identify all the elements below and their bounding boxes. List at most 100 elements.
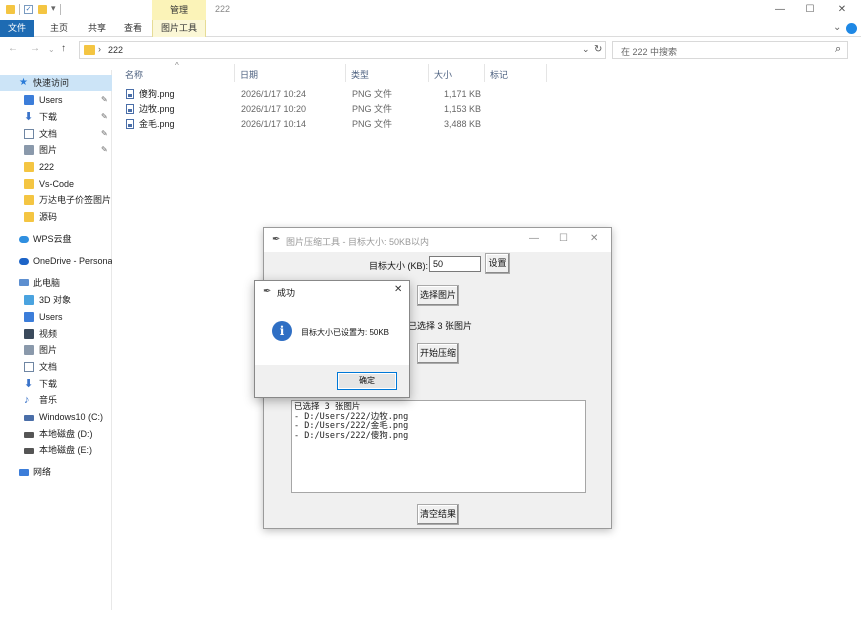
file-name[interactable]: 金毛.png — [139, 117, 175, 132]
search-icon[interactable]: ⌕ — [835, 43, 841, 56]
sidebar-item-label: 图片 — [39, 145, 58, 155]
sidebar-item-documents-pc[interactable]: 文档 — [0, 359, 112, 375]
sidebar-item-label: 下载 — [39, 379, 58, 389]
sidebar-item-music[interactable]: ♪ 音乐 — [0, 392, 112, 408]
explorer-titlebar: ✓ ▾ 管理 222 — ☐ ✕ — [0, 0, 861, 20]
document-icon — [24, 362, 34, 372]
folder-icon — [24, 179, 34, 189]
tab-picture-tools[interactable]: 图片工具 — [152, 20, 206, 37]
sidebar-item-documents[interactable]: 文档 ✎ — [0, 126, 112, 142]
expand-ribbon-icon[interactable]: ⌄ — [833, 22, 841, 33]
address-dropdown-icon[interactable]: ⌄ — [582, 44, 590, 55]
cloud-icon — [19, 236, 29, 243]
close-button[interactable]: ✕ — [828, 2, 856, 18]
sidebar-item-drive-d[interactable]: 本地磁盘 (D:) — [0, 426, 112, 442]
success-dialog: ✒ 成功 ✕ i 目标大小已设置为: 50KB 确定 — [254, 280, 410, 398]
file-name[interactable]: 边牧.png — [139, 102, 175, 117]
column-header-date[interactable]: 日期 — [240, 68, 258, 81]
sidebar-item-label: 此电脑 — [33, 278, 61, 288]
new-folder-icon[interactable] — [38, 5, 47, 14]
sidebar-item-label: 网络 — [33, 467, 52, 477]
file-row[interactable]: 边牧.png 2026/1/17 10:20 PNG 文件 1,153 KB — [124, 102, 504, 117]
help-icon[interactable] — [846, 23, 857, 34]
properties-icon[interactable]: ✓ — [24, 5, 33, 14]
column-header-tags[interactable]: 标记 — [490, 68, 508, 81]
pin-icon[interactable]: ✎ — [101, 92, 108, 108]
sidebar-item-pictures[interactable]: 图片 ✎ — [0, 142, 112, 158]
dialog-titlebar[interactable]: ✒ 成功 ✕ — [255, 281, 409, 301]
sidebar-item-source[interactable]: 源码 — [0, 209, 112, 225]
column-header-type[interactable]: 类型 — [351, 68, 369, 81]
address-bar[interactable]: › 222 ⌄ ↻ — [79, 41, 606, 59]
tab-view[interactable]: 查看 — [118, 20, 148, 37]
result-log[interactable]: 已选择 3 张图片 - D:/Users/222/边牧.png - D:/Use… — [291, 400, 586, 493]
sidebar-item-videos[interactable]: 视频 — [0, 326, 112, 342]
sidebar-item-quick-access[interactable]: ★ 快速访问 — [0, 75, 112, 91]
sidebar-item-price-tag-images[interactable]: 万达电子价签图片 — [0, 192, 112, 208]
feather-icon: ✒ — [263, 286, 272, 297]
column-header-size[interactable]: 大小 — [434, 68, 452, 81]
up-button[interactable]: ↑ — [61, 43, 66, 54]
compressor-titlebar[interactable]: ✒ 图片压缩工具 - 目标大小: 50KB以内 — ☐ ✕ — [264, 228, 611, 252]
file-row[interactable]: 金毛.png 2026/1/17 10:14 PNG 文件 3,488 KB — [124, 117, 504, 132]
minimize-button[interactable]: — — [529, 233, 539, 244]
set-button[interactable]: 设置 — [485, 253, 510, 274]
sidebar-item-users[interactable]: Users ✎ — [0, 92, 112, 108]
column-header-name[interactable]: 名称 — [125, 68, 143, 81]
sidebar-item-3d-objects[interactable]: 3D 对象 — [0, 292, 112, 308]
pin-icon[interactable]: ✎ — [101, 109, 108, 125]
close-button[interactable]: ✕ — [394, 284, 402, 295]
customize-quick-access-icon[interactable]: ▾ — [51, 3, 56, 14]
sidebar-item-downloads-pc[interactable]: ⬇ 下载 — [0, 376, 112, 392]
refresh-icon[interactable]: ↻ — [594, 44, 602, 55]
sidebar-item-vs-code[interactable]: Vs-Code — [0, 176, 112, 192]
close-button[interactable]: ✕ — [590, 233, 598, 244]
tab-home[interactable]: 主页 — [44, 20, 74, 37]
forward-button[interactable]: → — [30, 43, 40, 54]
sidebar-item-label: WPS云盘 — [33, 234, 72, 244]
pin-icon[interactable]: ✎ — [101, 126, 108, 142]
sidebar-item-drive-e[interactable]: 本地磁盘 (E:) — [0, 442, 112, 458]
sidebar-item-this-pc[interactable]: 此电脑 — [0, 275, 112, 291]
start-compression-button[interactable]: 开始压缩 — [417, 343, 459, 364]
sidebar-item-users-pc[interactable]: Users — [0, 309, 112, 325]
sidebar-item-network[interactable]: 网络 — [0, 464, 112, 480]
sidebar-item-label: 文档 — [39, 129, 58, 139]
file-row[interactable]: 傻狗.png 2026/1/17 10:24 PNG 文件 1,171 KB — [124, 87, 504, 102]
pin-icon[interactable]: ✎ — [101, 142, 108, 158]
sidebar-item-222[interactable]: 222 — [0, 159, 112, 175]
search-input[interactable]: 在 222 中搜索 — [621, 45, 677, 58]
sidebar-item-label: 222 — [39, 162, 55, 172]
sidebar-item-label: 下载 — [39, 112, 58, 122]
sidebar-item-label: 视频 — [39, 329, 58, 339]
maximize-button[interactable]: ☐ — [559, 233, 568, 244]
select-images-button[interactable]: 选择图片 — [417, 285, 459, 306]
recent-locations-icon[interactable]: ⌄ — [48, 45, 55, 54]
file-type: PNG 文件 — [352, 119, 393, 129]
manage-contextual-tab[interactable]: 管理 — [152, 0, 206, 20]
search-box[interactable]: 在 222 中搜索 ⌕ — [612, 41, 848, 59]
tab-share[interactable]: 共享 — [82, 20, 112, 37]
clear-results-button[interactable]: 清空结果 — [417, 504, 459, 525]
minimize-button[interactable]: — — [766, 2, 794, 18]
breadcrumb-separator-icon[interactable]: › — [98, 44, 101, 54]
sidebar-item-pictures-pc[interactable]: 图片 — [0, 342, 112, 358]
sidebar-item-label: Windows10 (C:) — [39, 412, 104, 422]
folder-icon — [24, 162, 34, 172]
back-button[interactable]: ← — [8, 43, 18, 54]
sidebar-item-onedrive[interactable]: OneDrive - Persona — [0, 253, 112, 269]
navigation-pane: ★ 快速访问 Users ✎ ⬇ 下载 ✎ 文档 ✎ 图片 ✎ 222 Vs-C… — [0, 70, 112, 610]
sidebar-item-downloads[interactable]: ⬇ 下载 ✎ — [0, 109, 112, 125]
sidebar-item-wps-cloud[interactable]: WPS云盘 — [0, 231, 112, 247]
download-icon: ⬇ — [24, 111, 34, 123]
breadcrumb[interactable]: 222 — [108, 45, 123, 55]
file-name[interactable]: 傻狗.png — [139, 87, 175, 102]
tab-file[interactable]: 文件 — [0, 20, 34, 37]
maximize-button[interactable]: ☐ — [796, 2, 824, 18]
divider — [546, 64, 547, 82]
folder-icon — [84, 45, 95, 55]
ok-button[interactable]: 确定 — [337, 372, 397, 390]
sidebar-item-label: Users — [39, 95, 63, 105]
sidebar-item-drive-c[interactable]: Windows10 (C:) — [0, 409, 112, 425]
target-size-input[interactable]: 50 — [429, 256, 481, 272]
